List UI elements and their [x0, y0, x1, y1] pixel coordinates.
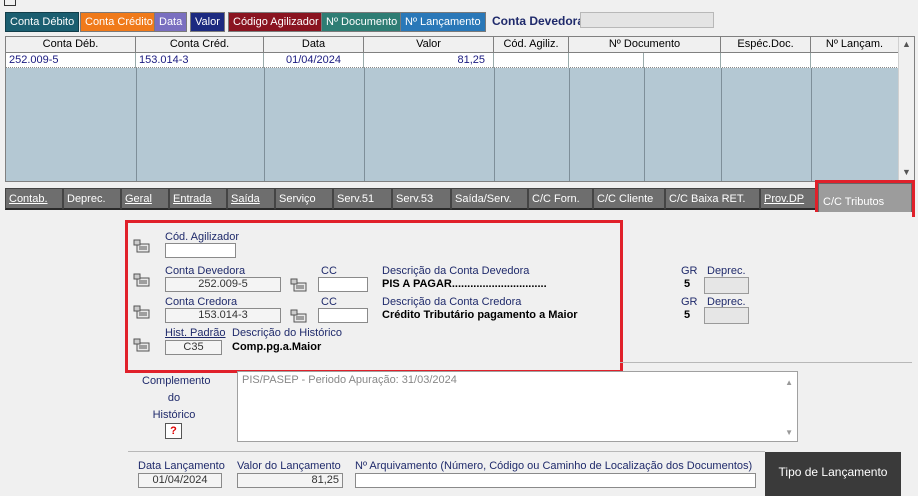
gr-devedora-value: 5 [684, 278, 691, 290]
cell-cod-agiliz [494, 53, 569, 68]
tab-saida[interactable]: Saída [227, 188, 275, 210]
tab-geral[interactable]: Geral [121, 188, 169, 210]
deprec-devedora-input[interactable] [704, 277, 749, 294]
top-strip [0, 0, 918, 8]
tab-contab[interactable]: Contab. [5, 188, 63, 210]
col-espec-doc[interactable]: Espéc.Doc. [721, 37, 811, 53]
arquivamento-label: Nº Arquivamento (Número, Código ou Camin… [355, 460, 753, 472]
memo-scroll-up-icon[interactable]: ▲ [785, 378, 793, 387]
grid-header: Conta Déb. Conta Créd. Data Valor Cód. A… [6, 37, 899, 53]
tab-numero-lancamento[interactable]: Nº Lançamento [400, 12, 486, 32]
grid-divider [721, 68, 722, 181]
highlight-contas-section [125, 220, 623, 373]
col-data[interactable]: Data [264, 37, 364, 53]
grid-divider [136, 68, 137, 181]
complemento-label-line3: Histórico [152, 409, 196, 421]
tab-valor[interactable]: Valor [190, 12, 225, 32]
complemento-text: PIS/PASEP - Periodo Apuração: 31/03/2024 [242, 374, 457, 386]
tipo-lancamento-button[interactable]: Tipo de Lançamento [765, 452, 901, 496]
grid-divider [494, 68, 495, 181]
valor-lancamento-label: Valor do Lançamento [237, 460, 341, 472]
conta-devedora-search-label: Conta Devedora [492, 14, 585, 28]
tab-deprec[interactable]: Deprec. [63, 188, 121, 210]
grid-divider [569, 68, 570, 181]
tab-cc-baixa-ret[interactable]: C/C Baixa RET. [665, 188, 760, 210]
valor-lancamento-input[interactable]: 81,25 [237, 473, 343, 488]
gr-credora-value: 5 [684, 309, 691, 321]
grid-divider [364, 68, 365, 181]
col-valor[interactable]: Valor [364, 37, 494, 53]
col-numero-lancam[interactable]: Nº Lançam. [811, 37, 899, 53]
tab-codigo-agilizador[interactable]: Código Agilizador [228, 12, 324, 32]
cell-conta-deb: 252.009-5 [6, 53, 136, 68]
grid-divider [264, 68, 265, 181]
divider-line [620, 362, 912, 363]
cell-valor: 81,25 [364, 53, 494, 68]
lancamentos-grid[interactable]: Conta Déb. Conta Créd. Data Valor Cód. A… [5, 36, 915, 182]
tab-prov-dp[interactable]: Prov.DP [760, 188, 818, 210]
complemento-textarea[interactable]: PIS/PASEP - Periodo Apuração: 31/03/2024… [237, 371, 798, 442]
cell-numero-documento-2 [644, 53, 721, 68]
deprec-credora-input[interactable] [704, 307, 749, 324]
memo-scroll-down-icon[interactable]: ▼ [785, 428, 793, 437]
window-icon [4, 0, 16, 6]
help-button[interactable]: ? [165, 423, 182, 439]
tab-cc-cliente[interactable]: C/C Cliente [593, 188, 665, 210]
conta-devedora-search-input[interactable] [580, 12, 714, 28]
data-lancamento-label: Data Lançamento [138, 460, 225, 472]
table-row[interactable]: 252.009-5 153.014-3 01/04/2024 81,25 [6, 53, 899, 68]
arquivamento-input[interactable] [355, 473, 756, 488]
gr-devedora-label: GR [681, 265, 698, 277]
cell-conta-cred: 153.014-3 [136, 53, 264, 68]
complemento-label: Complemento do Histórico [142, 373, 211, 424]
grid-divider [644, 68, 645, 181]
gr-credora-label: GR [681, 296, 698, 308]
data-lancamento-input[interactable]: 01/04/2024 [138, 473, 222, 488]
tab-saida-serv[interactable]: Saída/Serv. [451, 188, 528, 210]
divider-line [128, 451, 765, 452]
tab-entrada[interactable]: Entrada [169, 188, 227, 210]
cell-data: 01/04/2024 [264, 53, 364, 68]
scroll-down-arrow-icon[interactable]: ▼ [902, 167, 911, 177]
tab-data[interactable]: Data [154, 12, 188, 32]
scroll-up-arrow-icon[interactable]: ▲ [902, 39, 911, 49]
grid-divider [811, 68, 812, 181]
col-conta-cred[interactable]: Conta Créd. [136, 37, 264, 53]
tab-cc-forn[interactable]: C/C Forn. [528, 188, 593, 210]
col-numero-documento[interactable]: Nº Documento [569, 37, 721, 53]
cell-numero-documento [569, 53, 644, 68]
cell-espec-doc [721, 53, 811, 68]
tab-serv51[interactable]: Serv.51 [333, 188, 392, 210]
tab-servico[interactable]: Serviço [275, 188, 333, 210]
complemento-label-line1: Complemento [142, 375, 211, 387]
col-conta-deb[interactable]: Conta Déb. [6, 37, 136, 53]
tab-numero-documento[interactable]: Nº Documento [321, 12, 403, 32]
tab-conta-credito[interactable]: Conta Crédito [80, 12, 158, 32]
tab-conta-debito[interactable]: Conta Débito [5, 12, 80, 32]
deprec-devedora-label: Deprec. [707, 265, 746, 277]
tab-serv53[interactable]: Serv.53 [392, 188, 451, 210]
grid-vertical-scrollbar[interactable]: ▲ ▼ [898, 37, 914, 181]
cell-numero-lancam [811, 53, 899, 68]
complemento-label-line2: do [167, 392, 181, 404]
col-cod-agiliz[interactable]: Cód. Agiliz. [494, 37, 569, 53]
